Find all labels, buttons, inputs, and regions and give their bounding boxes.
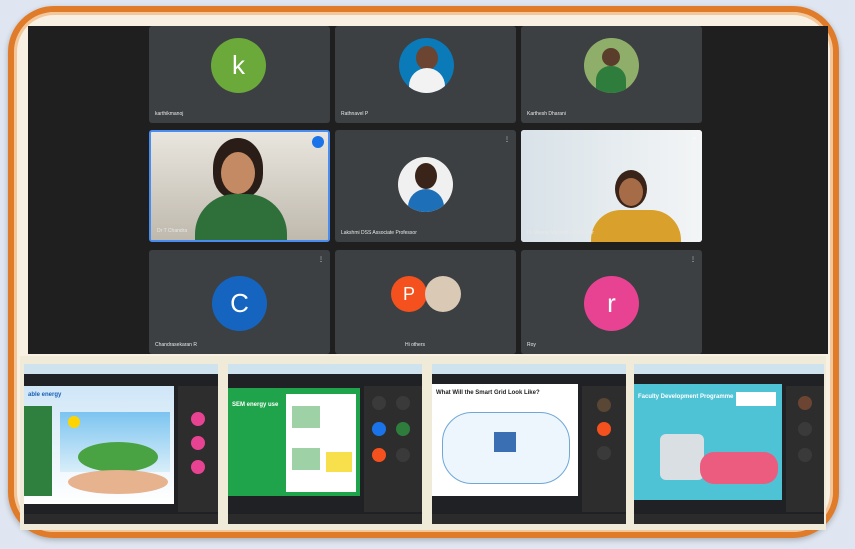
participant-name: karthikmanoj — [155, 111, 184, 117]
participant-tile[interactable]: ○ Dr Meena Mahesh - Professor — [521, 130, 702, 242]
participant-name: Karthesh Dharani — [527, 111, 566, 117]
participant-tile[interactable]: P Hi others — [335, 250, 516, 354]
avatar — [584, 38, 639, 93]
participant-column — [582, 386, 626, 512]
slide-preview: What Will the Smart Grid Look Like? — [432, 384, 578, 496]
participant-name: Roy — [527, 342, 536, 348]
participant-name: Lakshmi DSS Associate Professor — [341, 230, 417, 236]
participant-tile[interactable]: ⋮ Lakshmi DSS Associate Professor — [335, 130, 516, 242]
participant-name: Chandrasekaran R — [155, 342, 197, 348]
participant-name: Hi others — [405, 342, 426, 348]
avatar — [399, 38, 454, 93]
screenshot-thumbnail[interactable]: SEM energy use — [228, 364, 422, 524]
participant-tile[interactable]: k karthikmanoj — [149, 26, 330, 123]
participant-tile[interactable]: r ⋮ Roy — [521, 250, 702, 354]
slide-preview: able energy — [24, 386, 174, 504]
participant-tile[interactable]: Rathnavel P — [335, 26, 516, 123]
avatar: r — [584, 276, 639, 331]
participant-tile-active[interactable]: Dr T Chandra — [149, 130, 330, 242]
slide-preview: SEM energy use — [228, 388, 360, 496]
avatar — [398, 157, 453, 212]
participant-tile[interactable]: Karthesh Dharani — [521, 26, 702, 123]
avatar: k — [211, 38, 266, 93]
participant-name: Rathnavel P — [341, 111, 369, 117]
screenshot-thumbnail[interactable]: What Will the Smart Grid Look Like? — [432, 364, 626, 524]
participant-column — [364, 386, 422, 512]
sun-icon — [68, 416, 80, 428]
mic-icon: ⋮ — [318, 257, 324, 263]
participant-name: Dr Meena Mahesh - Professor — [527, 230, 594, 236]
participant-tile[interactable]: C ⋮ Chandrasekaran R — [149, 250, 330, 354]
screenshot-thumbnail[interactable]: able energy — [24, 364, 218, 524]
participant-column — [178, 386, 218, 512]
mic-icon: ⋮ — [690, 257, 696, 263]
avatar — [425, 276, 461, 312]
screenshot-thumbnail[interactable]: Faculty Development Programme — [634, 364, 824, 524]
mic-icon: ⋮ — [504, 137, 510, 143]
video-call-grid: k karthikmanoj Rathnavel P Karthesh Dhar… — [28, 26, 828, 354]
participant-name: Dr T Chandra — [157, 228, 188, 234]
thumbnail-strip: able energy SEM energy use What Will the… — [20, 356, 826, 530]
avatar: P — [391, 276, 427, 312]
participant-column — [786, 386, 824, 512]
mic-icon: ○ — [692, 136, 696, 142]
slide-preview: Faculty Development Programme — [634, 384, 782, 500]
pin-icon[interactable] — [312, 136, 324, 148]
avatar: C — [212, 276, 267, 331]
